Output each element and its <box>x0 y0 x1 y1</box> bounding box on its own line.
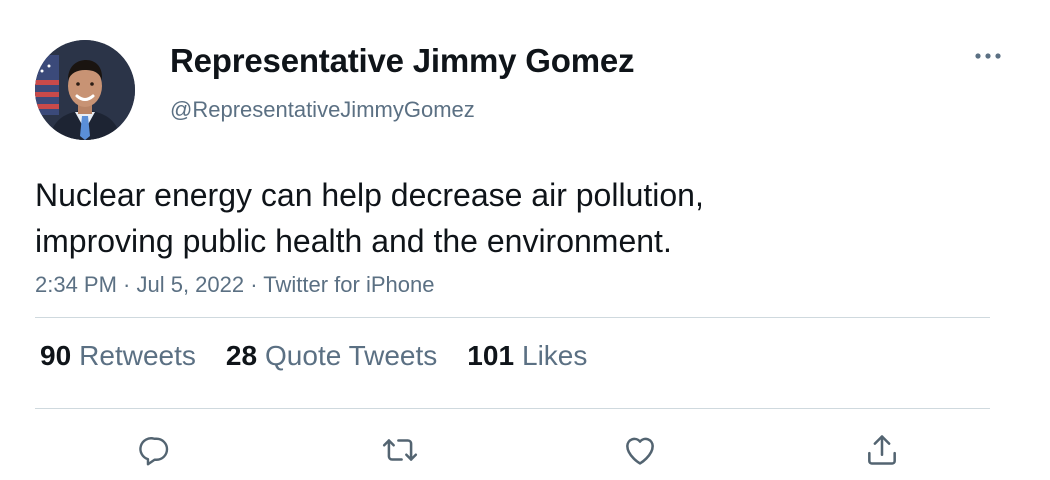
likes-stat[interactable]: 101 Likes <box>467 340 587 372</box>
tweet-text-line: Nuclear energy can help decrease air pol… <box>35 177 704 213</box>
divider <box>35 317 990 318</box>
divider <box>35 408 990 409</box>
like-icon[interactable] <box>620 430 660 470</box>
tweet-text-line: improving public health and the environm… <box>35 223 672 259</box>
quote-tweets-stat[interactable]: 28 Quote Tweets <box>226 340 437 372</box>
likes-count: 101 <box>467 340 515 371</box>
tweet-meta[interactable]: 2:34 PM · Jul 5, 2022 · Twitter for iPho… <box>35 272 434 298</box>
more-options-icon[interactable] <box>972 46 1004 66</box>
display-name[interactable]: Representative Jimmy Gomez <box>170 42 635 80</box>
retweet-icon[interactable] <box>380 430 420 470</box>
reply-icon[interactable] <box>135 430 175 470</box>
tweet-card: Representative Jimmy Gomez @Representati… <box>0 0 1050 480</box>
quote-tweets-count: 28 <box>225 340 258 371</box>
retweets-count: 90 <box>40 340 72 371</box>
tweet-text: Nuclear energy can help decrease air pol… <box>35 172 935 264</box>
quote-tweets-label: Quote Tweets <box>265 340 438 371</box>
engagement-stats: 90 Retweets 28 Quote Tweets 101 Likes <box>40 340 617 372</box>
likes-label: Likes <box>522 340 588 371</box>
retweets-label: Retweets <box>79 340 196 371</box>
share-icon[interactable] <box>862 430 902 470</box>
retweets-stat[interactable]: 90 Retweets <box>40 340 196 372</box>
avatar[interactable] <box>35 40 135 140</box>
user-handle[interactable]: @RepresentativeJimmyGomez <box>170 97 475 123</box>
